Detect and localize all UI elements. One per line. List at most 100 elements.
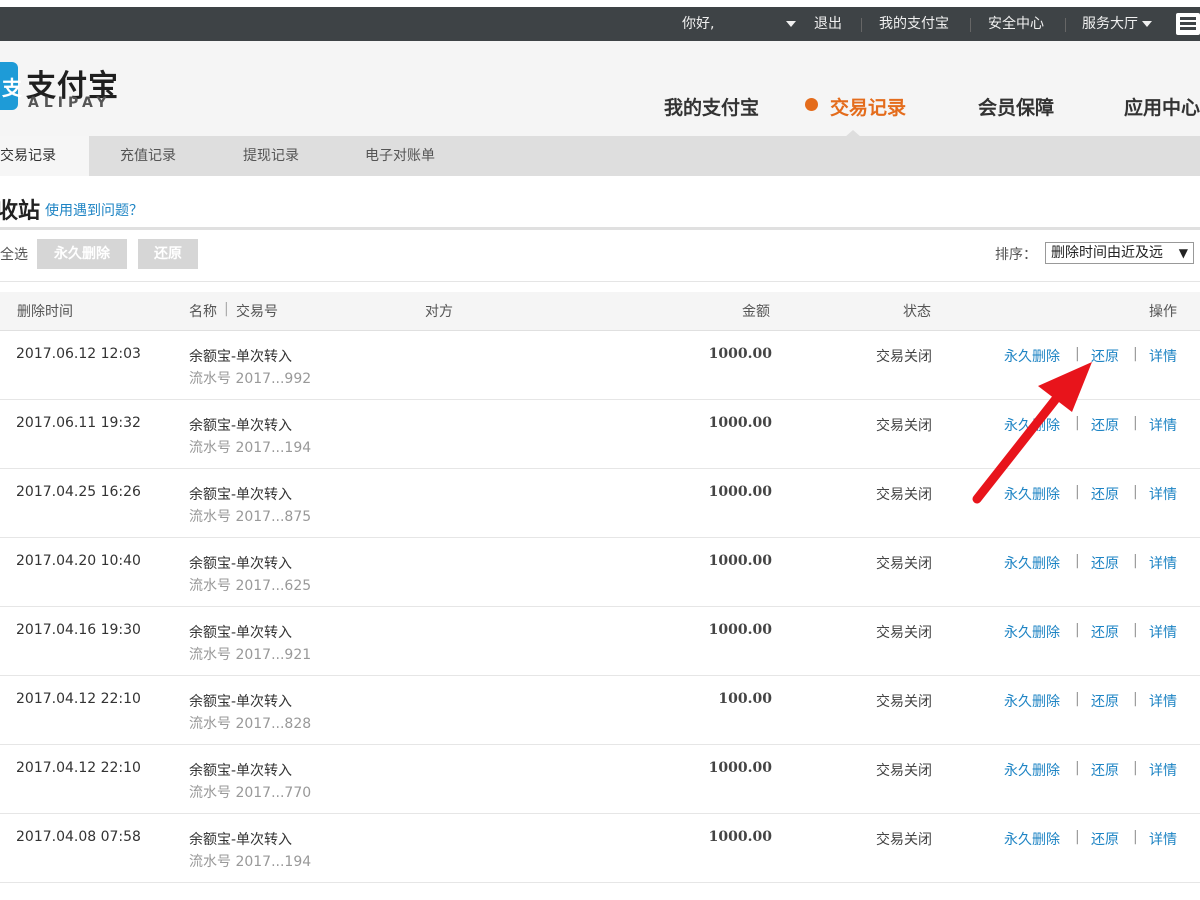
row-action-divider: | <box>1133 829 1138 845</box>
column-header-name: 名称 <box>189 304 217 320</box>
nav-my-alipay[interactable]: 我的支付宝 <box>664 93 759 120</box>
row-action-divider: | <box>1133 760 1138 776</box>
account-dropdown-icon[interactable] <box>786 7 796 41</box>
nav-app-center[interactable]: 应用中心 <box>1124 93 1200 120</box>
row-status: 交易关闭 <box>876 418 932 434</box>
greeting-text: 你好, <box>682 16 715 32</box>
row-detail-link[interactable]: 详情 <box>1149 691 1177 711</box>
service-hall-link[interactable]: 服务大厅 <box>1082 7 1153 41</box>
table-row: 2017.06.11 19:32 余额宝-单次转入 流水号 2017...194 10… <box>0 400 1200 469</box>
dropdown-arrow-icon: ▼ <box>1178 246 1188 260</box>
row-restore-link[interactable]: 还原 <box>1091 691 1119 711</box>
tab-e-statement[interactable]: 电子对账单 <box>365 136 435 176</box>
table-header: 删除时间 名称 | 交易号 对方 金额 状态 操作 <box>0 292 1200 331</box>
top-bar: 你好, 退出 我的支付宝 安全中心 服务大厅 <box>0 0 1200 41</box>
row-action-divider: | <box>1075 829 1080 845</box>
row-name: 余额宝-单次转入 <box>189 487 293 503</box>
menu-list-icon[interactable] <box>1176 13 1200 35</box>
row-action-divider: | <box>1133 553 1138 569</box>
row-action-divider: | <box>1133 346 1138 362</box>
column-header-ops: 操作 <box>1149 304 1177 320</box>
tab-recharge[interactable]: 充值记录 <box>120 136 176 176</box>
row-delete-forever-link[interactable]: 永久删除 <box>1004 415 1060 435</box>
column-header-trade-no: 交易号 <box>236 304 278 320</box>
divider <box>1065 18 1066 32</box>
row-name: 余额宝-单次转入 <box>189 694 293 710</box>
row-status: 交易关闭 <box>876 349 932 365</box>
row-restore-link[interactable]: 还原 <box>1091 622 1119 642</box>
row-action-divider: | <box>1075 484 1080 500</box>
row-amount: 1000.00 <box>708 622 772 638</box>
row-time: 2017.04.12 22:10 <box>16 760 141 776</box>
row-detail-link[interactable]: 详情 <box>1149 829 1177 849</box>
chevron-down-icon <box>1142 21 1153 27</box>
tab-withdraw[interactable]: 提现记录 <box>243 136 299 176</box>
row-delete-forever-link[interactable]: 永久删除 <box>1004 622 1060 642</box>
row-detail-link[interactable]: 详情 <box>1149 415 1177 435</box>
row-name: 余额宝-单次转入 <box>189 556 293 572</box>
row-time: 2017.04.20 10:40 <box>16 553 141 569</box>
nav-transactions[interactable]: 交易记录 <box>830 93 906 120</box>
row-delete-forever-link[interactable]: 永久删除 <box>1004 760 1060 780</box>
row-action-divider: | <box>1075 415 1080 431</box>
row-detail-link[interactable]: 详情 <box>1149 346 1177 366</box>
row-detail-link[interactable]: 详情 <box>1149 622 1177 642</box>
sort-label: 排序： <box>995 247 1037 263</box>
row-restore-link[interactable]: 还原 <box>1091 553 1119 573</box>
row-restore-link[interactable]: 还原 <box>1091 760 1119 780</box>
row-amount: 100.00 <box>718 691 772 707</box>
row-serial: 流水号 2017...625 <box>189 578 312 594</box>
delete-forever-button[interactable]: 永久删除 <box>37 239 127 269</box>
row-name: 余额宝-单次转入 <box>189 832 293 848</box>
active-dot-icon <box>805 98 818 111</box>
row-amount: 1000.00 <box>708 415 772 431</box>
divider <box>861 18 862 32</box>
row-amount: 1000.00 <box>708 484 772 500</box>
row-detail-link[interactable]: 详情 <box>1149 760 1177 780</box>
divider <box>0 281 1200 282</box>
row-delete-forever-link[interactable]: 永久删除 <box>1004 829 1060 849</box>
security-center-link[interactable]: 安全中心 <box>988 7 1044 41</box>
row-amount: 1000.00 <box>708 829 772 845</box>
row-delete-forever-link[interactable]: 永久删除 <box>1004 346 1060 366</box>
column-header-status: 状态 <box>903 304 931 320</box>
row-serial: 流水号 2017...921 <box>189 647 312 663</box>
logo-english: ALIPAY <box>28 95 112 111</box>
row-action-divider: | <box>1133 622 1138 638</box>
row-amount: 1000.00 <box>708 346 772 362</box>
row-serial: 流水号 2017...828 <box>189 716 312 732</box>
service-hall-label: 服务大厅 <box>1082 16 1138 32</box>
row-action-divider: | <box>1133 484 1138 500</box>
restore-button[interactable]: 还原 <box>138 239 198 269</box>
nav-member-protection[interactable]: 会员保障 <box>978 93 1054 120</box>
row-restore-link[interactable]: 还原 <box>1091 829 1119 849</box>
row-name: 余额宝-单次转入 <box>189 349 293 365</box>
alipay-logo-icon[interactable]: 支 <box>0 62 22 110</box>
divider <box>970 18 971 32</box>
row-detail-link[interactable]: 详情 <box>1149 553 1177 573</box>
tab-transactions[interactable]: 交易记录 <box>0 136 89 176</box>
table-row: 2017.04.25 16:26 余额宝-单次转入 流水号 2017...875 10… <box>0 469 1200 538</box>
logout-link[interactable]: 退出 <box>814 7 842 41</box>
sort-value: 删除时间由近及远 <box>1051 245 1163 261</box>
my-alipay-link[interactable]: 我的支付宝 <box>879 7 949 41</box>
row-delete-forever-link[interactable]: 永久删除 <box>1004 553 1060 573</box>
table-row: 2017.04.08 07:58 余额宝-单次转入 流水号 2017...194 10… <box>0 814 1200 883</box>
select-all-checkbox[interactable]: 全选 <box>0 244 28 264</box>
row-delete-forever-link[interactable]: 永久删除 <box>1004 484 1060 504</box>
row-status: 交易关闭 <box>876 832 932 848</box>
row-restore-link[interactable]: 还原 <box>1091 484 1119 504</box>
row-detail-link[interactable]: 详情 <box>1149 484 1177 504</box>
row-restore-link[interactable]: 还原 <box>1091 415 1119 435</box>
row-time: 2017.06.11 19:32 <box>16 415 141 431</box>
row-time: 2017.04.16 19:30 <box>16 622 141 638</box>
sort-select[interactable]: 删除时间由近及远 ▼ <box>1045 242 1194 264</box>
help-link[interactable]: 使用遇到问题？ <box>45 200 143 220</box>
row-restore-link[interactable]: 还原 <box>1091 346 1119 366</box>
row-delete-forever-link[interactable]: 永久删除 <box>1004 691 1060 711</box>
row-time: 2017.06.12 12:03 <box>16 346 141 362</box>
row-name: 余额宝-单次转入 <box>189 418 293 434</box>
row-time: 2017.04.08 07:58 <box>16 829 141 845</box>
row-action-divider: | <box>1133 691 1138 707</box>
row-time: 2017.04.25 16:26 <box>16 484 141 500</box>
